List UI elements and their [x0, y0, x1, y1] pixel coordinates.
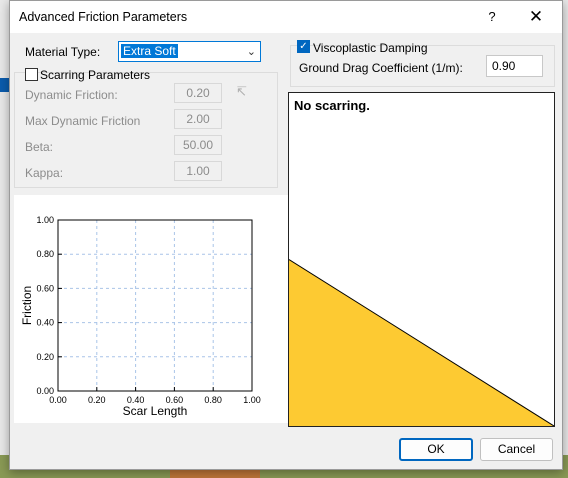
kappa-input[interactable]: 1.00 — [174, 161, 222, 181]
preview-graphic — [289, 259, 554, 426]
material-type-value: Extra Soft — [121, 44, 178, 58]
close-button[interactable]: ✕ — [522, 6, 550, 28]
dynamic-friction-label: Dynamic Friction: — [25, 88, 118, 102]
scarring-checkbox-label: Scarring Parameters — [40, 68, 151, 82]
max-dynamic-friction-input[interactable]: 2.00 — [174, 109, 222, 129]
friction-chart-panel: 0.00 0.20 0.40 0.60 0.80 1.00 0.00 0.20 0.40 0.60… — [14, 195, 306, 423]
friction-chart: 0.00 0.20 0.40 0.60 0.80 1.000.000.200.400.60… — [20, 215, 261, 418]
ground-drag-input[interactable]: 0.90 — [486, 55, 543, 77]
viscoplastic-checkbox[interactable]: ✓ — [297, 40, 310, 53]
help-button[interactable]: ? — [480, 7, 504, 27]
y-tick-label: 1.00 — [36, 215, 54, 225]
advanced-friction-dialog: Advanced Friction Parameters ? ✕ Materia… — [9, 0, 563, 470]
x-tick-label: 0.00 — [49, 395, 67, 405]
y-axis-label: Friction — [20, 286, 34, 325]
cancel-button[interactable]: Cancel — [480, 438, 553, 461]
kappa-label: Kappa: — [25, 166, 64, 180]
y-tick-label: 0.20 — [36, 352, 54, 362]
ok-button[interactable]: OK — [399, 438, 473, 461]
cursor-pick-icon: ↸ — [236, 84, 247, 99]
chevron-down-icon: ⌄ — [246, 46, 256, 58]
preview-message: No scarring. — [294, 98, 370, 113]
scarring-preview: No scarring. — [288, 92, 555, 427]
title-bar[interactable]: Advanced Friction Parameters ? ✕ — [10, 1, 562, 33]
max-dynamic-friction-label: Max Dynamic Friction — [25, 114, 141, 128]
x-axis-label: Scar Length — [123, 404, 188, 418]
beta-input[interactable]: 50.00 — [174, 135, 222, 155]
x-tick-label: 0.20 — [88, 395, 106, 405]
x-tick-label: 0.80 — [204, 395, 222, 405]
dialog-title: Advanced Friction Parameters — [19, 10, 188, 24]
viscoplastic-checkbox-label: Viscoplastic Damping — [313, 41, 428, 55]
material-type-select[interactable]: Extra Soft ⌄ — [118, 41, 261, 62]
scarring-checkbox[interactable] — [25, 68, 38, 81]
beta-label: Beta: — [25, 140, 54, 154]
x-tick-label: 1.00 — [243, 395, 261, 405]
dynamic-friction-input[interactable]: 0.20 — [174, 83, 222, 103]
material-type-label: Material Type: — [25, 45, 101, 59]
y-tick-label: 0.60 — [36, 283, 54, 293]
ground-drag-label: Ground Drag Coefficient (1/m): — [299, 61, 463, 75]
y-tick-label: 0.40 — [36, 318, 54, 328]
y-tick-label: 0.80 — [36, 249, 54, 259]
plot-frame — [57, 219, 253, 392]
y-tick-label: 0.00 — [36, 386, 54, 396]
